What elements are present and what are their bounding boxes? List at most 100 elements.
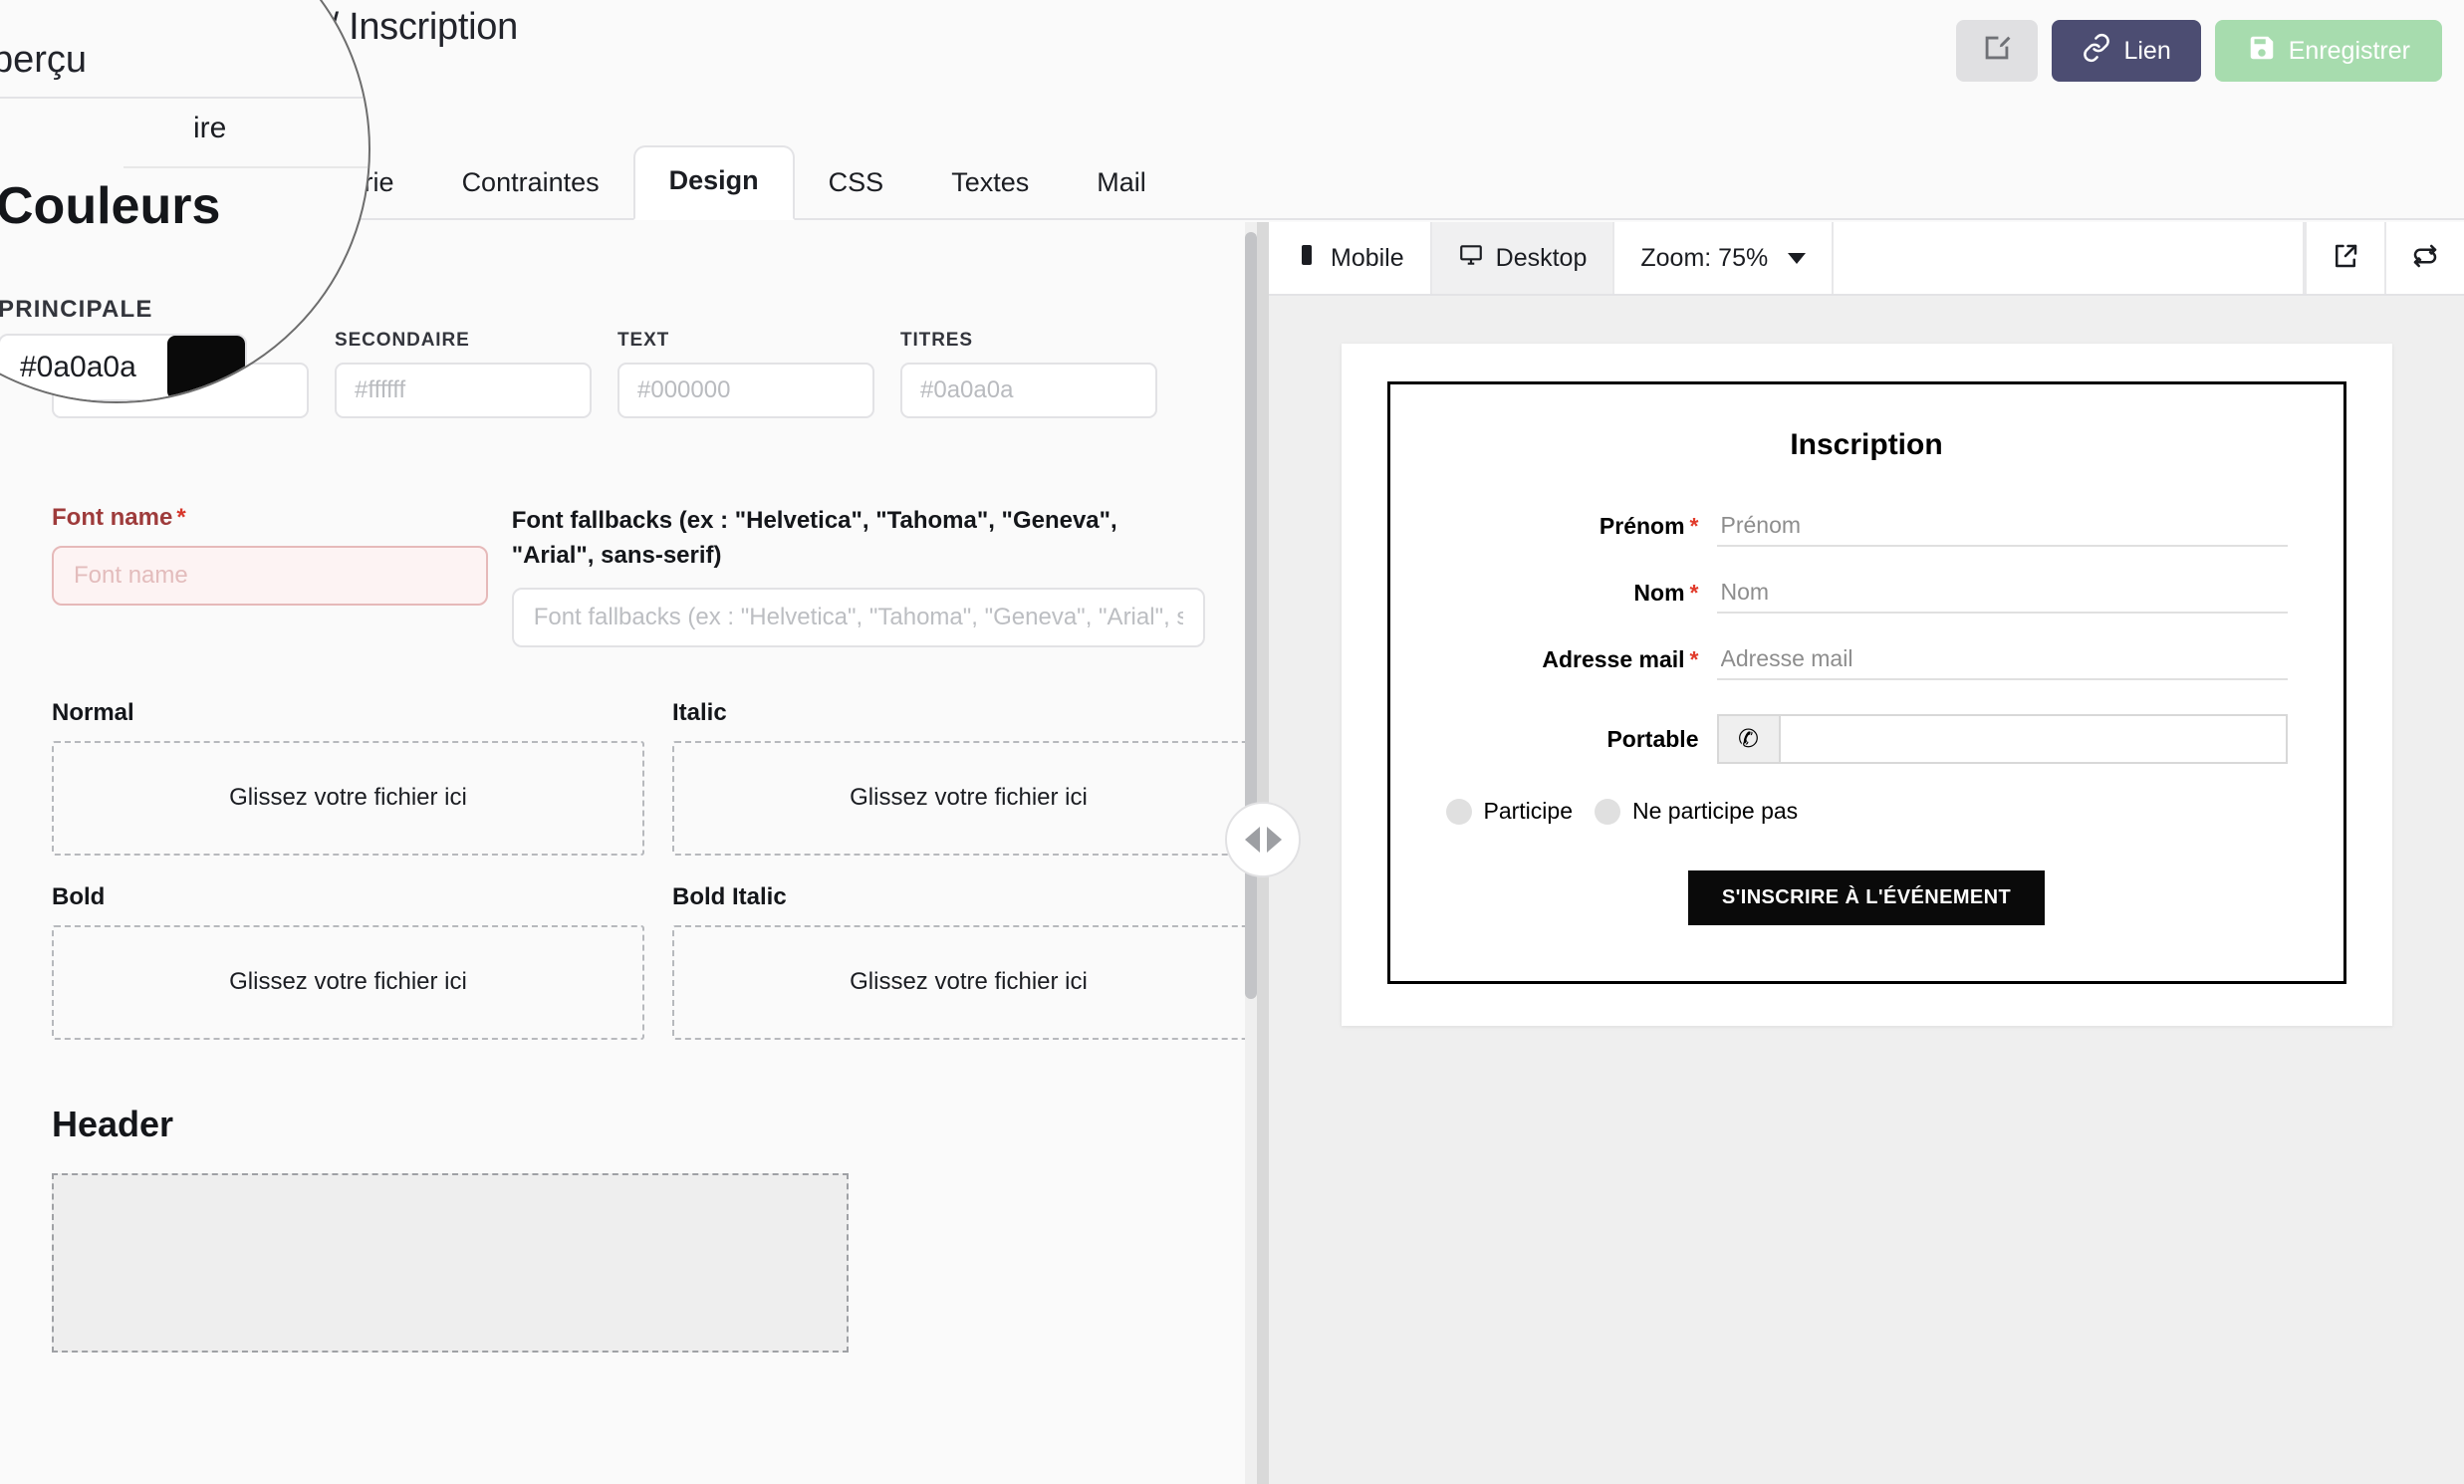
refresh-icon	[2410, 241, 2440, 276]
preview-field-prenom: Prénom *	[1446, 506, 2288, 547]
font-dropzone-bold-italic-group: Bold Italic Glissez votre fichier ici	[672, 883, 1257, 1040]
preview-zoom-label: Zoom: 75%	[1640, 243, 1769, 272]
preview-submit-button[interactable]: S'INSCRIRE À L'ÉVÉNEMENT	[1687, 870, 2046, 925]
color-field-text: TEXT	[617, 330, 874, 418]
tab-css[interactable]: CSS	[795, 149, 918, 220]
preview-input-nom[interactable]	[1716, 573, 2288, 614]
dropzone-label-bold-italic: Bold Italic	[672, 882, 787, 910]
preview-input-prenom[interactable]	[1716, 506, 2288, 547]
color-field-titres: TITRES	[900, 330, 1157, 418]
top-bar: Formulaires / Inscription Liste 1 Inscri…	[0, 0, 2464, 132]
lens-principale-value: #0a0a0a	[20, 351, 136, 383]
dropzone-label-bold: Bold	[52, 882, 106, 910]
required-star: *	[176, 504, 186, 531]
font-fallbacks-input[interactable]	[511, 587, 1205, 647]
color-input-text-wrap[interactable]	[617, 363, 874, 418]
chevron-left-icon	[1244, 827, 1260, 853]
chevron-down-icon	[1788, 252, 1807, 264]
preview-toolbar-spacer	[1834, 222, 2305, 294]
preview-card: Inscription Prénom* Nom* Adresse mail*	[1341, 344, 2392, 1026]
header-section: Header	[52, 1104, 1205, 1353]
preview-radio-participe-label: Participe	[1483, 798, 1573, 824]
font-dropzone-italic-group: Italic Glissez votre fichier ici	[672, 699, 1257, 856]
font-name-input[interactable]	[52, 546, 488, 606]
color-label-titres: TITRES	[900, 330, 973, 351]
preview-label-nom: Nom *	[1446, 580, 1717, 607]
tab-contraintes[interactable]: Contraintes	[428, 149, 633, 220]
color-input-secondaire[interactable]	[337, 365, 590, 416]
lens-couleurs-heading: Couleurs	[0, 177, 221, 235]
magnifier-lens-content: perçu ire Couleurs PRINCIPALE #0a0a0a ff…	[0, 0, 369, 401]
color-input-text[interactable]	[619, 365, 872, 416]
lens-principale-label: PRINCIPALE	[0, 296, 153, 323]
font-fallbacks-label: Font fallbacks (ex : "Helvetica", "Tahom…	[511, 507, 1117, 569]
tab-design[interactable]: Design	[632, 145, 795, 220]
preview-zoom-dropdown[interactable]: Zoom: 75%	[1614, 222, 1835, 294]
preview-input-portable[interactable]	[1780, 716, 2286, 762]
editor-scrollbar-thumb[interactable]	[1245, 232, 1257, 999]
color-field-secondaire: SECONDAIRE	[335, 330, 592, 418]
preview-refresh-button[interactable]	[2384, 222, 2464, 294]
magnifier-lens: perçu ire Couleurs PRINCIPALE #0a0a0a ff…	[0, 0, 370, 403]
preview-field-adresse-mail: Adresse mail *	[1446, 639, 2288, 680]
link-button[interactable]: Lien	[2052, 20, 2201, 82]
preview-radio-participe[interactable]: Participe	[1445, 798, 1573, 825]
preview-mobile-label: Mobile	[1331, 243, 1404, 272]
link-button-label: Lien	[2123, 36, 2171, 65]
toolbar-actions: Lien Enregistrer	[1956, 20, 2442, 82]
preview-desktop-label: Desktop	[1495, 243, 1588, 272]
color-label-secondaire: SECONDAIRE	[335, 330, 470, 351]
dropzone-label-normal: Normal	[52, 698, 134, 726]
preview-input-adresse-mail[interactable]	[1716, 639, 2288, 680]
dropzone-label-italic: Italic	[672, 698, 727, 726]
mobile-phone-icon	[1295, 243, 1319, 274]
preview-canvas: Inscription Prénom* Nom* Adresse mail*	[1269, 296, 2464, 1484]
required-star-adresse-mail: *	[1689, 646, 1699, 672]
lens-principale-swatch[interactable]	[167, 336, 245, 399]
header-section-heading: Header	[52, 1103, 174, 1144]
preview-radio-group: Participe Ne participe pas	[1445, 798, 2288, 825]
preview-pane: Mobile Desktop Zoom: 75% Inscription Pré…	[1269, 222, 2464, 1484]
edit-square-icon	[1980, 31, 2014, 72]
lens-divider-1	[0, 97, 369, 99]
preview-label-adresse-mail: Adresse mail *	[1446, 646, 1717, 673]
preview-phone-wrap[interactable]: ✆	[1716, 714, 2288, 764]
preview-form-frame: Inscription Prénom* Nom* Adresse mail*	[1386, 381, 2346, 984]
pane-splitter[interactable]	[1225, 222, 1301, 1484]
desktop-monitor-icon	[1458, 242, 1484, 275]
preview-field-nom: Nom *	[1446, 573, 2288, 614]
chevron-right-icon	[1266, 827, 1282, 853]
color-input-titres-wrap[interactable]	[900, 363, 1157, 418]
preview-mobile-button[interactable]: Mobile	[1269, 222, 1432, 294]
splitter-handle[interactable]	[1225, 802, 1301, 877]
preview-form-title: Inscription	[1790, 428, 1943, 461]
tab-mail[interactable]: Mail	[1063, 149, 1180, 220]
font-name-label-text: Font name	[52, 504, 173, 531]
required-star-prenom: *	[1689, 513, 1699, 539]
dropzone-bold[interactable]: Glissez votre fichier ici	[52, 924, 644, 1040]
preview-submit-wrap: S'INSCRIRE À L'ÉVÉNEMENT	[1446, 870, 2288, 925]
lens-principale-input-wrap[interactable]: #0a0a0a	[0, 334, 247, 401]
color-input-titres[interactable]	[902, 365, 1155, 416]
preview-toolbar: Mobile Desktop Zoom: 75%	[1269, 222, 2464, 296]
lens-divider-2	[123, 166, 369, 168]
dropzone-italic[interactable]: Glissez votre fichier ici	[672, 740, 1257, 856]
preview-label-nom-text: Nom	[1633, 580, 1685, 606]
lens-secondaire-partial: fff	[258, 354, 279, 383]
preview-label-portable: Portable	[1606, 725, 1699, 752]
open-external-icon	[2331, 241, 2360, 276]
lens-partial-tab-text: ire	[193, 112, 227, 144]
tab-textes[interactable]: Textes	[917, 149, 1063, 220]
dropzone-bold-italic[interactable]: Glissez votre fichier ici	[672, 924, 1257, 1040]
color-input-secondaire-wrap[interactable]	[335, 363, 592, 418]
required-star-nom: *	[1689, 580, 1699, 606]
phone-globe-icon[interactable]: ✆	[1718, 716, 1781, 762]
preview-open-external-button[interactable]	[2305, 222, 2384, 294]
header-image-dropzone[interactable]	[52, 1172, 849, 1353]
fonts-section: Font name* Font fallbacks (ex : "Helveti…	[52, 504, 1257, 1040]
dropzone-normal[interactable]: Glissez votre fichier ici	[52, 740, 644, 856]
save-button[interactable]: Enregistrer	[2214, 20, 2442, 82]
edit-button[interactable]	[1956, 20, 2039, 82]
preview-desktop-button[interactable]: Desktop	[1431, 222, 1615, 294]
preview-radio-ne-participe-pas[interactable]: Ne participe pas	[1594, 798, 1798, 825]
